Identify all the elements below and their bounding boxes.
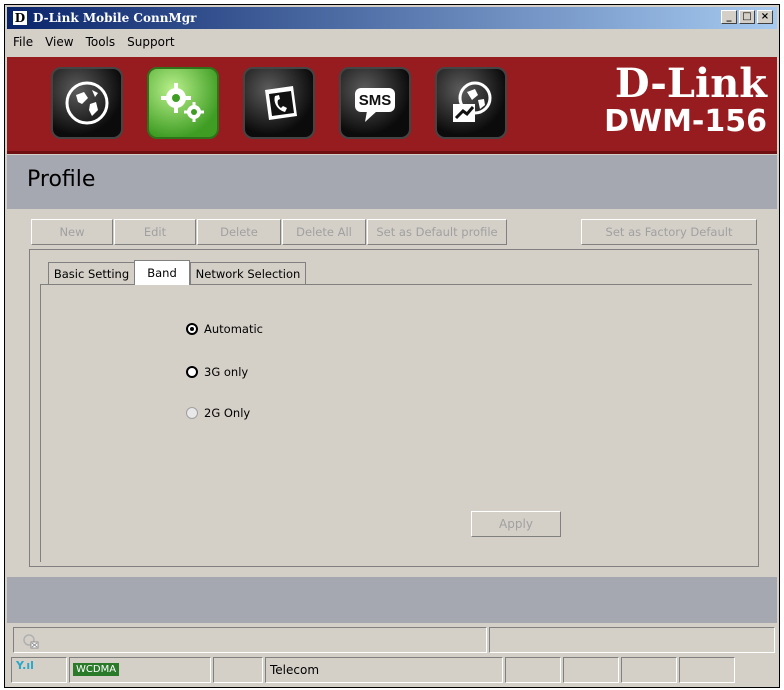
- tab-basic-setting[interactable]: Basic Setting: [48, 262, 134, 284]
- tab-page-border: [40, 284, 41, 562]
- internet-globe-icon[interactable]: [51, 67, 123, 139]
- device-model: DWM-156: [604, 104, 767, 139]
- profile-content: New Edit Delete Delete All Set as Defaul…: [7, 209, 777, 575]
- tab-band[interactable]: Band: [134, 260, 190, 285]
- new-button[interactable]: New: [31, 219, 113, 245]
- brand-name: D-Link: [614, 60, 767, 107]
- radio-3g-only[interactable]: 3G only: [186, 365, 248, 379]
- profile-header: Profile: [7, 155, 777, 209]
- statistics-globe-icon[interactable]: [435, 67, 507, 139]
- sms-icon[interactable]: SMS: [339, 67, 411, 139]
- page-title: Profile: [27, 167, 96, 192]
- set-default-profile-button[interactable]: Set as Default profile: [367, 219, 507, 245]
- delete-all-button[interactable]: Delete All: [282, 219, 366, 245]
- status-bar-bottom: Y.ıl WCDMA Telecom: [7, 655, 777, 685]
- signal-strength-icon: Y.ıl: [16, 659, 34, 672]
- network-type-badge: WCDMA: [73, 663, 120, 676]
- radio-automatic-button[interactable]: [186, 323, 198, 335]
- maximize-icon[interactable]: □: [739, 10, 755, 24]
- status-cell-blank-1: [213, 657, 263, 683]
- title-bar[interactable]: D D-Link Mobile ConnMgr _ □ ×: [7, 7, 777, 29]
- status-bar-top: [7, 625, 777, 655]
- settings-panel: Basic Setting Band Network Selection Aut…: [29, 249, 759, 567]
- status-cell-connection: [13, 627, 487, 653]
- radio-2g-only-button[interactable]: [186, 407, 198, 419]
- radio-2g-only-label: 2G Only: [204, 406, 251, 420]
- brand-logo: D-Link DWM-156: [604, 63, 767, 139]
- app-logo-icon: D: [13, 11, 27, 25]
- menu-tools[interactable]: Tools: [80, 35, 122, 49]
- footer-band: [7, 577, 777, 623]
- apply-button[interactable]: Apply: [471, 511, 561, 537]
- close-icon[interactable]: ×: [757, 10, 773, 24]
- menu-file[interactable]: File: [7, 35, 39, 49]
- window-title: D-Link Mobile ConnMgr: [33, 11, 197, 25]
- menu-bar: File View Tools Support: [7, 31, 777, 53]
- status-cell-blank-3: [563, 657, 619, 683]
- operator-name: Telecom: [270, 663, 320, 677]
- status-cell-network: WCDMA: [69, 657, 211, 683]
- edit-button[interactable]: Edit: [114, 219, 196, 245]
- menu-view[interactable]: View: [39, 35, 79, 49]
- radio-3g-only-button[interactable]: [186, 366, 198, 378]
- radio-2g-only[interactable]: 2G Only: [186, 406, 250, 420]
- radio-3g-only-label: 3G only: [204, 365, 249, 379]
- minimize-icon[interactable]: _: [721, 10, 737, 24]
- header-banner: SMS D-Link DWM-156: [7, 57, 777, 154]
- phonebook-icon[interactable]: [243, 67, 315, 139]
- radio-automatic[interactable]: Automatic: [186, 322, 263, 336]
- status-cell-blank-4: [621, 657, 677, 683]
- settings-gears-icon[interactable]: [147, 67, 219, 139]
- status-cell-info: [489, 627, 775, 653]
- status-cell-operator: Telecom: [265, 657, 503, 683]
- app-window: D D-Link Mobile ConnMgr _ □ × File View …: [4, 4, 780, 688]
- svg-text:SMS: SMS: [359, 92, 392, 109]
- menu-support[interactable]: Support: [121, 35, 180, 49]
- set-factory-default-button[interactable]: Set as Factory Default: [581, 219, 757, 245]
- disconnected-icon: [23, 634, 39, 649]
- status-cell-blank-5: [679, 657, 735, 683]
- delete-button[interactable]: Delete: [197, 219, 281, 245]
- tab-network-selection[interactable]: Network Selection: [190, 262, 306, 284]
- status-cell-blank-2: [505, 657, 561, 683]
- status-cell-signal: Y.ıl: [11, 657, 67, 683]
- radio-automatic-label: Automatic: [204, 322, 263, 336]
